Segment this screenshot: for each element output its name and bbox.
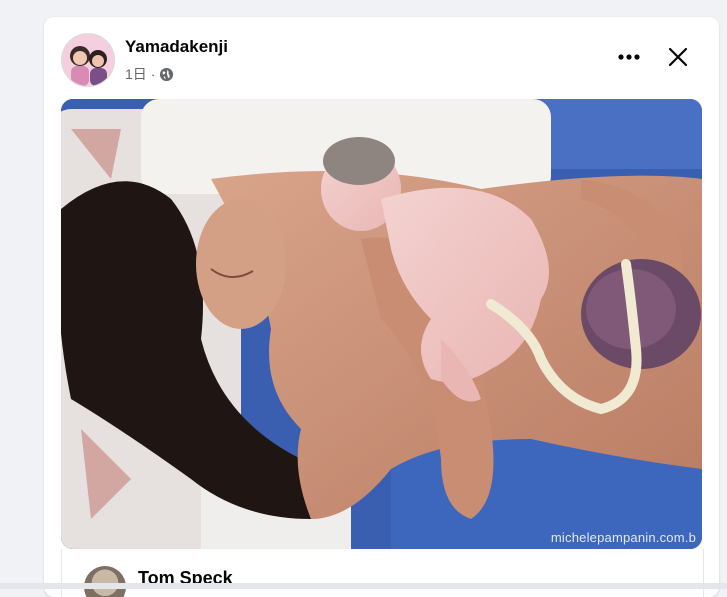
close-icon	[668, 47, 688, 67]
meta-separator: ·	[150, 66, 156, 82]
close-button[interactable]	[660, 39, 696, 75]
more-options-icon	[618, 54, 640, 60]
post-photo[interactable]: michelepampanin.com.b	[61, 99, 702, 549]
photo-image	[61, 99, 702, 549]
post-header: Yamadakenji 1日 ·	[44, 17, 719, 97]
post-time[interactable]: 1日	[125, 64, 147, 84]
photo-watermark: michelepampanin.com.b	[550, 530, 696, 545]
globe-icon	[159, 67, 174, 82]
author-avatar[interactable]	[61, 33, 115, 87]
post-meta: 1日 ·	[125, 64, 174, 84]
commenter-avatar[interactable]	[84, 566, 126, 597]
author-name[interactable]: Yamadakenji	[125, 37, 228, 57]
comment-row: Tom Speck	[61, 549, 704, 597]
avatar-image	[62, 34, 114, 86]
bottom-divider	[0, 583, 727, 589]
post-card: Yamadakenji 1日 · michelepampanin.com.b T…	[44, 17, 719, 597]
more-options-button[interactable]	[611, 42, 647, 72]
